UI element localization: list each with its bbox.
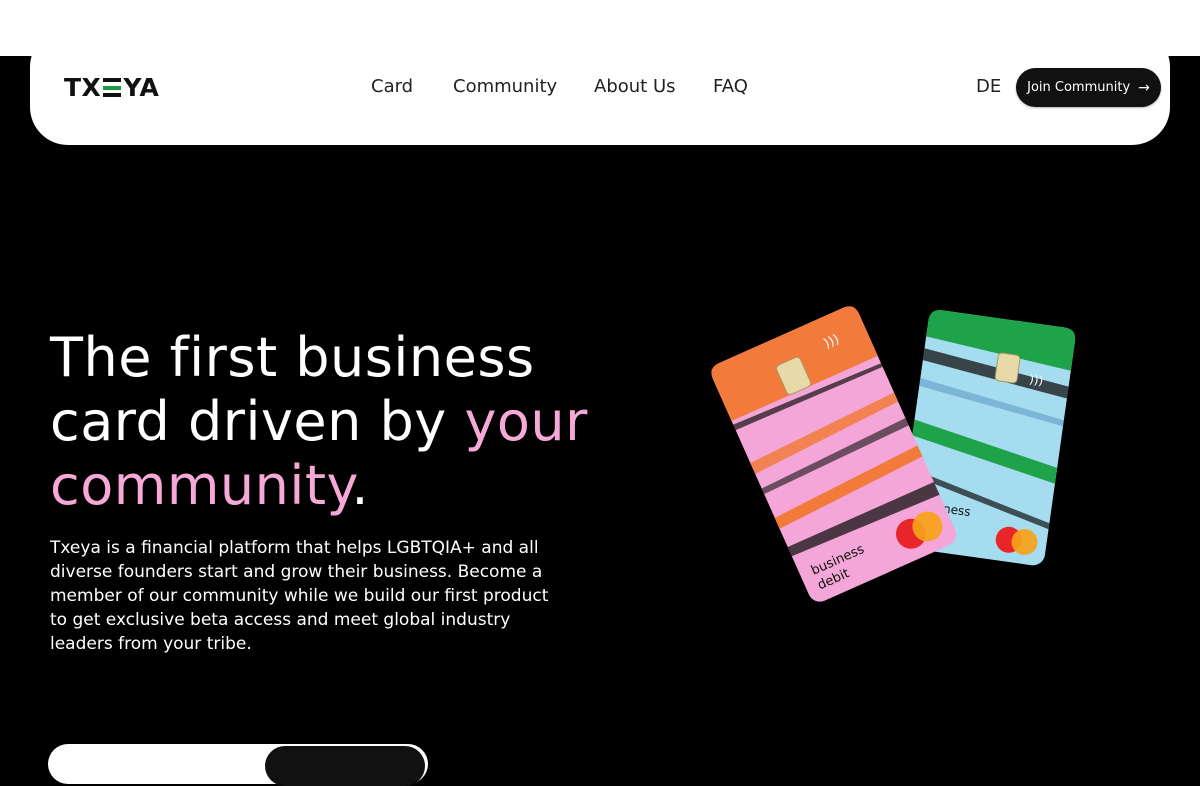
navbar: TX YA Card Community About Us FAQ DE Joi… — [30, 29, 1170, 145]
nav-link-faq[interactable]: FAQ — [713, 76, 748, 97]
hero-title-accent-community: community — [50, 454, 352, 517]
nav-link-community[interactable]: Community — [453, 76, 557, 97]
hero-title-line-2: card driven by — [50, 390, 465, 453]
txeya-logo[interactable]: TX YA — [64, 73, 159, 102]
nav-link-card[interactable]: Card — [371, 76, 413, 97]
arrow-right-icon: → — [1138, 79, 1150, 96]
svg-text:))): ))) — [1028, 372, 1044, 388]
hero-title-line-1: The first business — [50, 326, 535, 389]
primary-cta-button[interactable] — [265, 746, 425, 786]
hero-title-accent-your: your — [464, 390, 588, 453]
join-community-button[interactable]: Join Community → — [1016, 68, 1161, 107]
business-cards-illustration: ))) business debit ))) business debit — [711, 306, 1076, 602]
logo-e-mark-icon — [103, 78, 122, 97]
hero-title: The first business card driven by your c… — [50, 326, 610, 518]
logo-text-right: YA — [123, 73, 160, 102]
language-switch[interactable]: DE — [976, 76, 1001, 97]
join-community-label: Join Community — [1027, 80, 1131, 95]
logo-text-left: TX — [64, 73, 102, 102]
nav-link-about-us[interactable]: About Us — [594, 76, 676, 97]
hero-description: Txeya is a financial platform that helps… — [50, 538, 549, 654]
hero-title-period: . — [351, 454, 369, 517]
